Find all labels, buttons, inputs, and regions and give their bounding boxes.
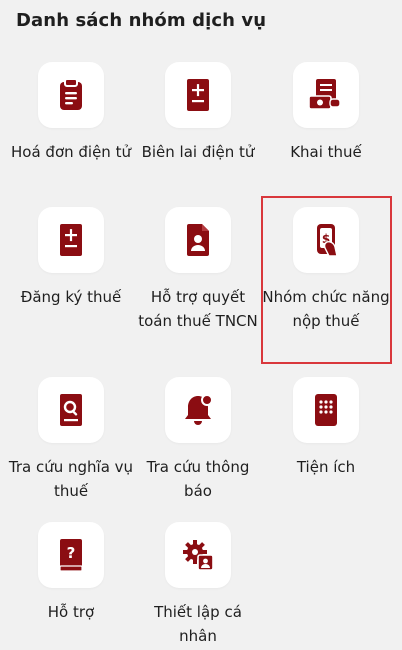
bell-icon <box>165 377 231 443</box>
service-tile-e-receipt[interactable]: Biên lai điện tử <box>133 62 263 164</box>
service-tile-help[interactable]: ? Hỗ trợ <box>6 522 136 624</box>
keypad-icon <box>293 377 359 443</box>
service-tile-label: Biên lai điện tử <box>141 143 255 161</box>
service-tile-pit-settlement[interactable]: Hỗ trợ quyết toán thuế TNCN <box>133 207 263 333</box>
service-tile-personal-settings[interactable]: Thiết lập cá nhân <box>133 522 263 648</box>
service-tile-label: Hoá đơn điện tử <box>11 143 131 161</box>
service-tile-notification-lookup[interactable]: Tra cứu thông báo <box>133 377 263 503</box>
service-tile-label: Tra cứu nghĩa vụ thuế <box>8 458 134 500</box>
service-tile-label: Khai thuế <box>290 143 362 161</box>
clipboard-icon <box>38 62 104 128</box>
service-tile-label: Hỗ trợ <box>47 603 95 621</box>
svg-text:?: ? <box>67 544 76 562</box>
user-document-icon <box>165 207 231 273</box>
page-title: Danh sách nhóm dịch vụ <box>16 10 267 31</box>
service-tile-label: Hỗ trợ quyết toán thuế TNCN <box>138 288 258 330</box>
service-tile-tax-declaration[interactable]: Khai thuế <box>261 62 391 164</box>
tax-declaration-cash-icon <box>293 62 359 128</box>
service-tile-e-invoice[interactable]: Hoá đơn điện tử <box>6 62 136 164</box>
receipt-plus-minus-icon <box>165 62 231 128</box>
service-tile-tax-obligation-lookup[interactable]: Tra cứu nghĩa vụ thuế <box>6 377 136 503</box>
help-book-icon: ? <box>38 522 104 588</box>
settings-profile-icon <box>165 522 231 588</box>
search-document-icon <box>38 377 104 443</box>
service-tile-tax-registration[interactable]: Đăng ký thuế <box>6 207 136 309</box>
service-tile-label: Đăng ký thuế <box>20 288 122 306</box>
service-tile-label: Tra cứu thông báo <box>146 458 250 500</box>
service-tile-label: Thiết lập cá nhân <box>154 603 242 645</box>
service-tile-utilities[interactable]: Tiện ích <box>261 377 391 479</box>
register-plus-minus-icon <box>38 207 104 273</box>
service-tile-label: Tiện ích <box>296 458 356 476</box>
selection-highlight <box>261 196 392 364</box>
